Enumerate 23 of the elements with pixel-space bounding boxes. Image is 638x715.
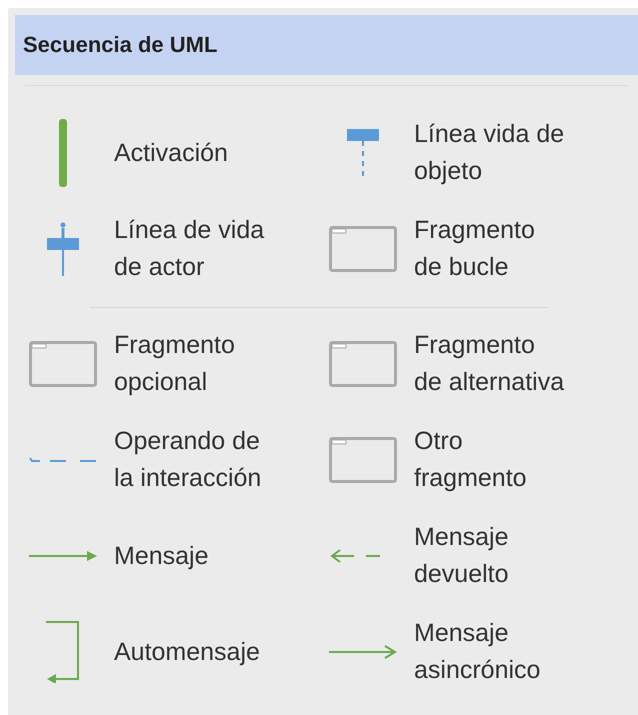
shape-label[interactable]: Mensaje asincrónico bbox=[414, 615, 540, 689]
open-arrow-icon bbox=[328, 645, 396, 659]
activation-bar-icon bbox=[58, 119, 66, 187]
shape-label[interactable]: Fragmento opcional bbox=[114, 327, 235, 401]
dashed-line-icon bbox=[28, 457, 98, 463]
fragment-frame-icon bbox=[328, 341, 396, 387]
fragment-frame-icon bbox=[28, 341, 96, 387]
fragment-frame-icon bbox=[328, 226, 396, 272]
shape-label[interactable]: Automensaje bbox=[114, 615, 260, 689]
lifeline-icon bbox=[344, 129, 380, 177]
shape-label[interactable]: Operando de la interacción bbox=[114, 423, 262, 497]
shape-label[interactable]: Otro fragmento bbox=[414, 423, 527, 497]
shape-label[interactable]: Línea vida de objeto bbox=[414, 116, 564, 190]
actor-lifeline-icon bbox=[44, 222, 80, 276]
shape-label[interactable]: Línea de vida de actor bbox=[114, 212, 264, 286]
shape-label[interactable]: Activación bbox=[114, 116, 228, 190]
loop-arrow-icon bbox=[46, 621, 80, 683]
fragment-frame-icon bbox=[328, 437, 396, 483]
shape-label[interactable]: Mensaje bbox=[114, 519, 208, 593]
shape-label[interactable]: Fragmento de bucle bbox=[414, 212, 535, 286]
shape-label[interactable]: Mensaje devuelto bbox=[414, 519, 509, 593]
shape-label[interactable]: Fragmento de alternativa bbox=[414, 327, 564, 401]
arrow-icon bbox=[28, 550, 96, 562]
